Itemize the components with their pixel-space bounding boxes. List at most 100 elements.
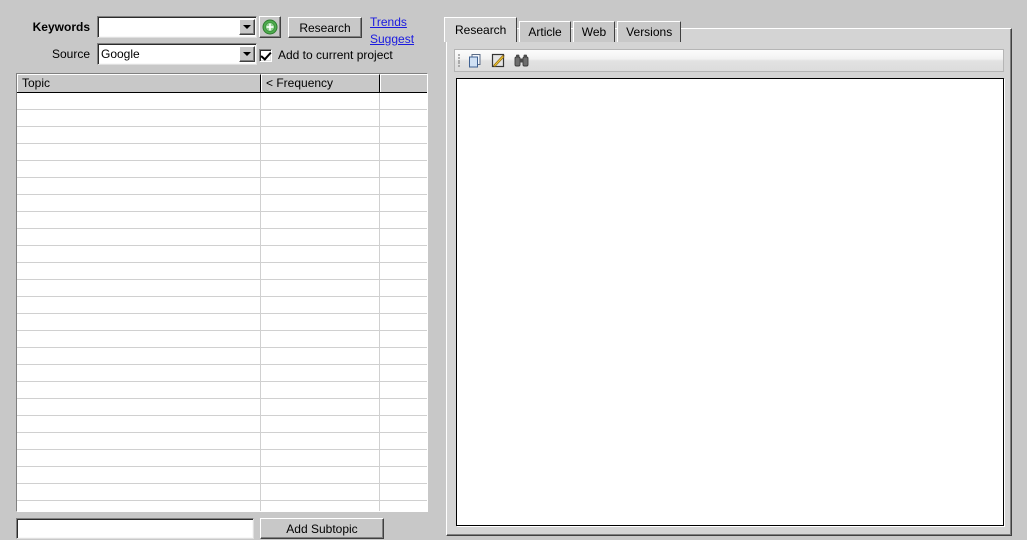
cell-topic[interactable]	[17, 416, 261, 432]
cell-extra[interactable]	[380, 501, 427, 511]
cell-extra[interactable]	[380, 263, 427, 279]
tab-web[interactable]: Web	[572, 21, 616, 42]
cell-extra[interactable]	[380, 467, 427, 483]
cell-frequency[interactable]	[261, 382, 380, 398]
cell-topic[interactable]	[17, 229, 261, 245]
cell-extra[interactable]	[380, 399, 427, 415]
tab-article[interactable]: Article	[519, 21, 571, 42]
table-row[interactable]	[17, 110, 427, 127]
cell-extra[interactable]	[380, 484, 427, 500]
source-dropdown-arrow[interactable]	[239, 46, 255, 62]
table-row[interactable]	[17, 382, 427, 399]
table-row[interactable]	[17, 178, 427, 195]
add-to-current-project-checkbox-row[interactable]: Add to current project	[259, 48, 393, 62]
cell-extra[interactable]	[380, 280, 427, 296]
cell-frequency[interactable]	[261, 331, 380, 347]
column-header-topic[interactable]: Topic	[17, 74, 261, 92]
cell-extra[interactable]	[380, 348, 427, 364]
table-row[interactable]	[17, 348, 427, 365]
suggest-link[interactable]: Suggest	[370, 32, 414, 46]
table-row[interactable]	[17, 161, 427, 178]
table-row[interactable]	[17, 246, 427, 263]
cell-topic[interactable]	[17, 93, 261, 109]
add-keyword-button[interactable]	[259, 16, 281, 38]
cell-topic[interactable]	[17, 297, 261, 313]
add-subtopic-button[interactable]: Add Subtopic	[260, 518, 384, 539]
cell-topic[interactable]	[17, 212, 261, 228]
table-row[interactable]	[17, 93, 427, 110]
cell-topic[interactable]	[17, 467, 261, 483]
cell-frequency[interactable]	[261, 178, 380, 194]
cell-topic[interactable]	[17, 280, 261, 296]
cell-extra[interactable]	[380, 178, 427, 194]
cell-frequency[interactable]	[261, 229, 380, 245]
cell-extra[interactable]	[380, 416, 427, 432]
cell-frequency[interactable]	[261, 297, 380, 313]
table-row[interactable]	[17, 144, 427, 161]
cell-frequency[interactable]	[261, 161, 380, 177]
table-row[interactable]	[17, 501, 427, 511]
cell-topic[interactable]	[17, 246, 261, 262]
source-combobox[interactable]: Google	[97, 43, 257, 65]
cell-frequency[interactable]	[261, 501, 380, 511]
copy-button[interactable]	[465, 51, 485, 70]
edit-note-button[interactable]	[488, 51, 508, 70]
table-row[interactable]	[17, 484, 427, 501]
cell-frequency[interactable]	[261, 314, 380, 330]
cell-extra[interactable]	[380, 195, 427, 211]
cell-topic[interactable]	[17, 450, 261, 466]
cell-topic[interactable]	[17, 331, 261, 347]
table-row[interactable]	[17, 467, 427, 484]
cell-topic[interactable]	[17, 127, 261, 143]
cell-frequency[interactable]	[261, 127, 380, 143]
cell-topic[interactable]	[17, 365, 261, 381]
cell-frequency[interactable]	[261, 467, 380, 483]
topic-frequency-grid[interactable]: Topic < Frequency	[16, 73, 428, 512]
table-row[interactable]	[17, 331, 427, 348]
cell-extra[interactable]	[380, 246, 427, 262]
cell-extra[interactable]	[380, 314, 427, 330]
cell-topic[interactable]	[17, 501, 261, 511]
cell-frequency[interactable]	[261, 484, 380, 500]
cell-frequency[interactable]	[261, 416, 380, 432]
cell-extra[interactable]	[380, 93, 427, 109]
cell-topic[interactable]	[17, 348, 261, 364]
cell-extra[interactable]	[380, 212, 427, 228]
toolbar-grip-handle[interactable]	[458, 53, 462, 68]
column-header-extra[interactable]	[380, 74, 427, 92]
cell-extra[interactable]	[380, 433, 427, 449]
table-row[interactable]	[17, 229, 427, 246]
cell-topic[interactable]	[17, 382, 261, 398]
table-row[interactable]	[17, 127, 427, 144]
keywords-dropdown-arrow[interactable]	[239, 19, 255, 35]
cell-extra[interactable]	[380, 365, 427, 381]
add-to-current-project-checkbox[interactable]	[259, 48, 272, 62]
table-row[interactable]	[17, 450, 427, 467]
cell-extra[interactable]	[380, 161, 427, 177]
cell-extra[interactable]	[380, 127, 427, 143]
cell-topic[interactable]	[17, 484, 261, 500]
cell-frequency[interactable]	[261, 280, 380, 296]
column-header-frequency[interactable]: < Frequency	[261, 74, 380, 92]
cell-extra[interactable]	[380, 331, 427, 347]
cell-extra[interactable]	[380, 144, 427, 160]
subtopic-input[interactable]	[16, 518, 254, 539]
cell-topic[interactable]	[17, 399, 261, 415]
cell-frequency[interactable]	[261, 144, 380, 160]
table-row[interactable]	[17, 365, 427, 382]
table-row[interactable]	[17, 195, 427, 212]
research-button[interactable]: Research	[288, 17, 362, 38]
cell-frequency[interactable]	[261, 195, 380, 211]
cell-topic[interactable]	[17, 178, 261, 194]
cell-frequency[interactable]	[261, 263, 380, 279]
table-row[interactable]	[17, 297, 427, 314]
cell-frequency[interactable]	[261, 212, 380, 228]
cell-topic[interactable]	[17, 144, 261, 160]
cell-extra[interactable]	[380, 382, 427, 398]
cell-topic[interactable]	[17, 161, 261, 177]
cell-topic[interactable]	[17, 110, 261, 126]
cell-frequency[interactable]	[261, 348, 380, 364]
cell-extra[interactable]	[380, 297, 427, 313]
grid-body[interactable]	[17, 93, 427, 511]
cell-extra[interactable]	[380, 229, 427, 245]
